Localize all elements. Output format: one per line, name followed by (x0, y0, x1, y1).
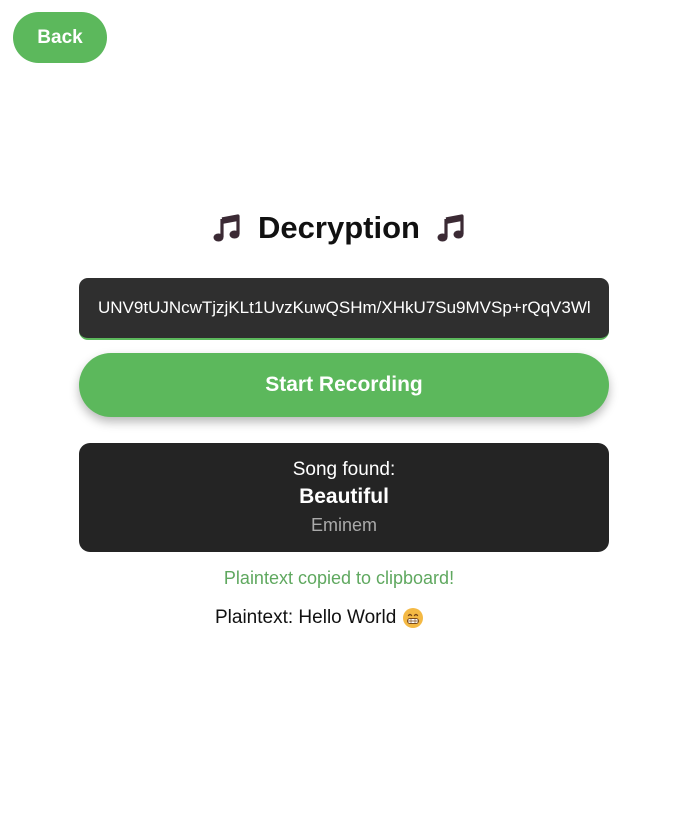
song-found-label: Song found: (292, 458, 396, 480)
plaintext-result: Plaintext: Hello World (215, 607, 424, 629)
song-title: Beautiful (299, 484, 389, 508)
page-title: Decryption (0, 210, 678, 246)
back-button[interactable]: Back (13, 12, 107, 63)
music-note-icon (213, 214, 240, 242)
page-title-text: Decryption (258, 210, 420, 245)
music-note-icon (437, 214, 464, 242)
start-recording-button[interactable]: Start Recording (79, 353, 609, 417)
ciphertext-input[interactable] (79, 278, 609, 340)
decryption-page: Back Decryption Start Recording Song fou… (0, 0, 678, 831)
start-recording-label: Start Recording (265, 373, 423, 396)
grinning-face-icon (403, 608, 424, 628)
back-button-label: Back (37, 26, 83, 48)
plaintext-text: Plaintext: Hello World (215, 607, 397, 628)
status-message: Plaintext copied to clipboard! (223, 568, 455, 588)
song-result-card: Song found: Beautiful Eminem (79, 443, 609, 552)
song-artist: Eminem (310, 514, 377, 535)
